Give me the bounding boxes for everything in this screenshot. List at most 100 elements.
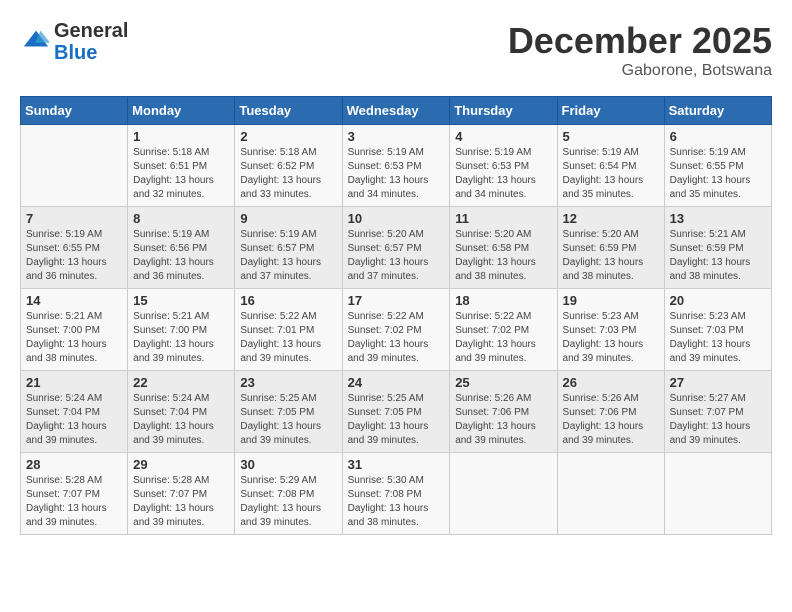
calendar-cell: 15Sunrise: 5:21 AMSunset: 7:00 PMDayligh… xyxy=(128,289,235,371)
day-number: 21 xyxy=(26,375,122,390)
calendar-cell: 26 Sunrise: 5:26 AMSunset: 7:06 PMDayligh… xyxy=(557,371,664,453)
day-number: 11 xyxy=(455,211,551,226)
day-info: Sunrise: 5:20 AMSunset: 6:57 PMDaylight:… xyxy=(348,228,445,284)
calendar-cell: 11 Sunrise: 5:20 AMSunset: 6:58 PMDayligh… xyxy=(450,207,557,289)
day-info: Sunrise: 5:21 AMSunset: 7:00 PMDaylight:… xyxy=(26,310,122,366)
day-number: 25 xyxy=(455,375,551,390)
day-info: Sunrise: 5:19 AMSunset: 6:55 PMDaylight:… xyxy=(26,228,122,284)
day-number: 30 xyxy=(240,457,336,472)
day-number: 19 xyxy=(563,293,659,308)
calendar-cell: 1 Sunrise: 5:18 AMSunset: 6:51 PMDaylight… xyxy=(128,125,235,207)
calendar-cell: 4 Sunrise: 5:19 AMSunset: 6:53 PMDaylight… xyxy=(450,125,557,207)
day-info: Sunrise: 5:22 AMSunset: 7:01 PMDaylight:… xyxy=(240,310,336,366)
day-info: Sunrise: 5:21 AMSunset: 6:59 PMDaylight:… xyxy=(670,228,766,284)
calendar-cell: 23 Sunrise: 5:25 AMSunset: 7:05 PMDayligh… xyxy=(235,371,342,453)
calendar-cell: 9Sunrise: 5:19 AMSunset: 6:57 PMDaylight… xyxy=(235,207,342,289)
day-number: 13 xyxy=(670,211,766,226)
day-number: 29 xyxy=(133,457,229,472)
day-info: Sunrise: 5:19 AMSunset: 6:53 PMDaylight:… xyxy=(455,146,551,202)
day-info: Sunrise: 5:19 AMSunset: 6:56 PMDaylight:… xyxy=(133,228,229,284)
weekday-header: Wednesday xyxy=(342,97,450,125)
day-number: 26 xyxy=(563,375,659,390)
calendar-cell: 27Sunrise: 5:27 AMSunset: 7:07 PMDayligh… xyxy=(664,371,771,453)
day-info: Sunrise: 5:18 AMSunset: 6:51 PMDaylight:… xyxy=(133,146,229,202)
day-info: Sunrise: 5:26 AMSunset: 7:06 PMDaylight:… xyxy=(455,392,551,448)
calendar-cell xyxy=(664,453,771,535)
day-number: 6 xyxy=(670,129,766,144)
day-info: Sunrise: 5:24 AMSunset: 7:04 PMDaylight:… xyxy=(26,392,122,448)
weekday-header: Saturday xyxy=(664,97,771,125)
calendar-cell: 21 Sunrise: 5:24 AMSunset: 7:04 PMDayligh… xyxy=(21,371,128,453)
day-number: 22 xyxy=(133,375,229,390)
calendar-week-row: 21 Sunrise: 5:24 AMSunset: 7:04 PMDayligh… xyxy=(21,371,772,453)
calendar-week-row: 7Sunrise: 5:19 AMSunset: 6:55 PMDaylight… xyxy=(21,207,772,289)
weekday-header: Thursday xyxy=(450,97,557,125)
calendar-cell xyxy=(21,125,128,207)
day-number: 3 xyxy=(348,129,445,144)
weekday-header: Sunday xyxy=(21,97,128,125)
calendar-cell xyxy=(557,453,664,535)
day-number: 8 xyxy=(133,211,229,226)
calendar-cell: 18 Sunrise: 5:22 AMSunset: 7:02 PMDayligh… xyxy=(450,289,557,371)
calendar-week-row: 14 Sunrise: 5:21 AMSunset: 7:00 PMDayligh… xyxy=(21,289,772,371)
day-info: Sunrise: 5:19 AMSunset: 6:54 PMDaylight:… xyxy=(563,146,659,202)
day-info: Sunrise: 5:20 AMSunset: 6:58 PMDaylight:… xyxy=(455,228,551,284)
calendar-cell: 13 Sunrise: 5:21 AMSunset: 6:59 PMDayligh… xyxy=(664,207,771,289)
logo-blue: Blue xyxy=(54,42,128,64)
calendar-cell: 2 Sunrise: 5:18 AMSunset: 6:52 PMDaylight… xyxy=(235,125,342,207)
day-info: Sunrise: 5:29 AMSunset: 7:08 PMDaylight:… xyxy=(240,474,336,530)
month-title: December 2025 xyxy=(508,20,772,62)
day-number: 24 xyxy=(348,375,445,390)
day-info: Sunrise: 5:18 AMSunset: 6:52 PMDaylight:… xyxy=(240,146,336,202)
day-number: 23 xyxy=(240,375,336,390)
location-title: Gaborone, Botswana xyxy=(508,62,772,80)
weekday-header: Friday xyxy=(557,97,664,125)
calendar-cell: 7Sunrise: 5:19 AMSunset: 6:55 PMDaylight… xyxy=(21,207,128,289)
day-info: Sunrise: 5:25 AMSunset: 7:05 PMDaylight:… xyxy=(240,392,336,448)
calendar-cell: 17Sunrise: 5:22 AMSunset: 7:02 PMDayligh… xyxy=(342,289,450,371)
day-info: Sunrise: 5:28 AMSunset: 7:07 PMDaylight:… xyxy=(26,474,122,530)
day-number: 28 xyxy=(26,457,122,472)
page-header: General Blue December 2025 Gaborone, Bot… xyxy=(20,20,772,80)
day-info: Sunrise: 5:27 AMSunset: 7:07 PMDaylight:… xyxy=(670,392,766,448)
calendar-cell: 24 Sunrise: 5:25 AMSunset: 7:05 PMDayligh… xyxy=(342,371,450,453)
calendar-cell: 3Sunrise: 5:19 AMSunset: 6:53 PMDaylight… xyxy=(342,125,450,207)
day-number: 10 xyxy=(348,211,445,226)
day-number: 16 xyxy=(240,293,336,308)
day-info: Sunrise: 5:25 AMSunset: 7:05 PMDaylight:… xyxy=(348,392,445,448)
day-number: 31 xyxy=(348,457,445,472)
day-number: 18 xyxy=(455,293,551,308)
day-number: 5 xyxy=(563,129,659,144)
calendar-cell: 12 Sunrise: 5:20 AMSunset: 6:59 PMDayligh… xyxy=(557,207,664,289)
day-number: 17 xyxy=(348,293,445,308)
day-number: 14 xyxy=(26,293,122,308)
calendar-cell: 5 Sunrise: 5:19 AMSunset: 6:54 PMDaylight… xyxy=(557,125,664,207)
logo: General Blue xyxy=(20,20,128,64)
logo-icon xyxy=(22,26,50,54)
day-info: Sunrise: 5:22 AMSunset: 7:02 PMDaylight:… xyxy=(455,310,551,366)
day-info: Sunrise: 5:21 AMSunset: 7:00 PMDaylight:… xyxy=(133,310,229,366)
day-info: Sunrise: 5:28 AMSunset: 7:07 PMDaylight:… xyxy=(133,474,229,530)
calendar-cell: 14 Sunrise: 5:21 AMSunset: 7:00 PMDayligh… xyxy=(21,289,128,371)
day-info: Sunrise: 5:24 AMSunset: 7:04 PMDaylight:… xyxy=(133,392,229,448)
day-info: Sunrise: 5:19 AMSunset: 6:55 PMDaylight:… xyxy=(670,146,766,202)
calendar-cell: 31 Sunrise: 5:30 AMSunset: 7:08 PMDayligh… xyxy=(342,453,450,535)
calendar-cell: 25 Sunrise: 5:26 AMSunset: 7:06 PMDayligh… xyxy=(450,371,557,453)
day-number: 4 xyxy=(455,129,551,144)
day-info: Sunrise: 5:30 AMSunset: 7:08 PMDaylight:… xyxy=(348,474,445,530)
calendar-week-row: 28 Sunrise: 5:28 AMSunset: 7:07 PMDayligh… xyxy=(21,453,772,535)
calendar-cell: 28 Sunrise: 5:28 AMSunset: 7:07 PMDayligh… xyxy=(21,453,128,535)
calendar-cell: 10 Sunrise: 5:20 AMSunset: 6:57 PMDayligh… xyxy=(342,207,450,289)
calendar-cell: 19Sunrise: 5:23 AMSunset: 7:03 PMDayligh… xyxy=(557,289,664,371)
calendar-cell: 8 Sunrise: 5:19 AMSunset: 6:56 PMDaylight… xyxy=(128,207,235,289)
calendar-cell: 30 Sunrise: 5:29 AMSunset: 7:08 PMDayligh… xyxy=(235,453,342,535)
day-number: 9 xyxy=(240,211,336,226)
calendar-cell: 16 Sunrise: 5:22 AMSunset: 7:01 PMDayligh… xyxy=(235,289,342,371)
day-number: 12 xyxy=(563,211,659,226)
day-info: Sunrise: 5:20 AMSunset: 6:59 PMDaylight:… xyxy=(563,228,659,284)
day-number: 2 xyxy=(240,129,336,144)
day-number: 1 xyxy=(133,129,229,144)
day-info: Sunrise: 5:26 AMSunset: 7:06 PMDaylight:… xyxy=(563,392,659,448)
calendar-table: SundayMondayTuesdayWednesdayThursdayFrid… xyxy=(20,96,772,535)
calendar-cell: 20Sunrise: 5:23 AMSunset: 7:03 PMDayligh… xyxy=(664,289,771,371)
